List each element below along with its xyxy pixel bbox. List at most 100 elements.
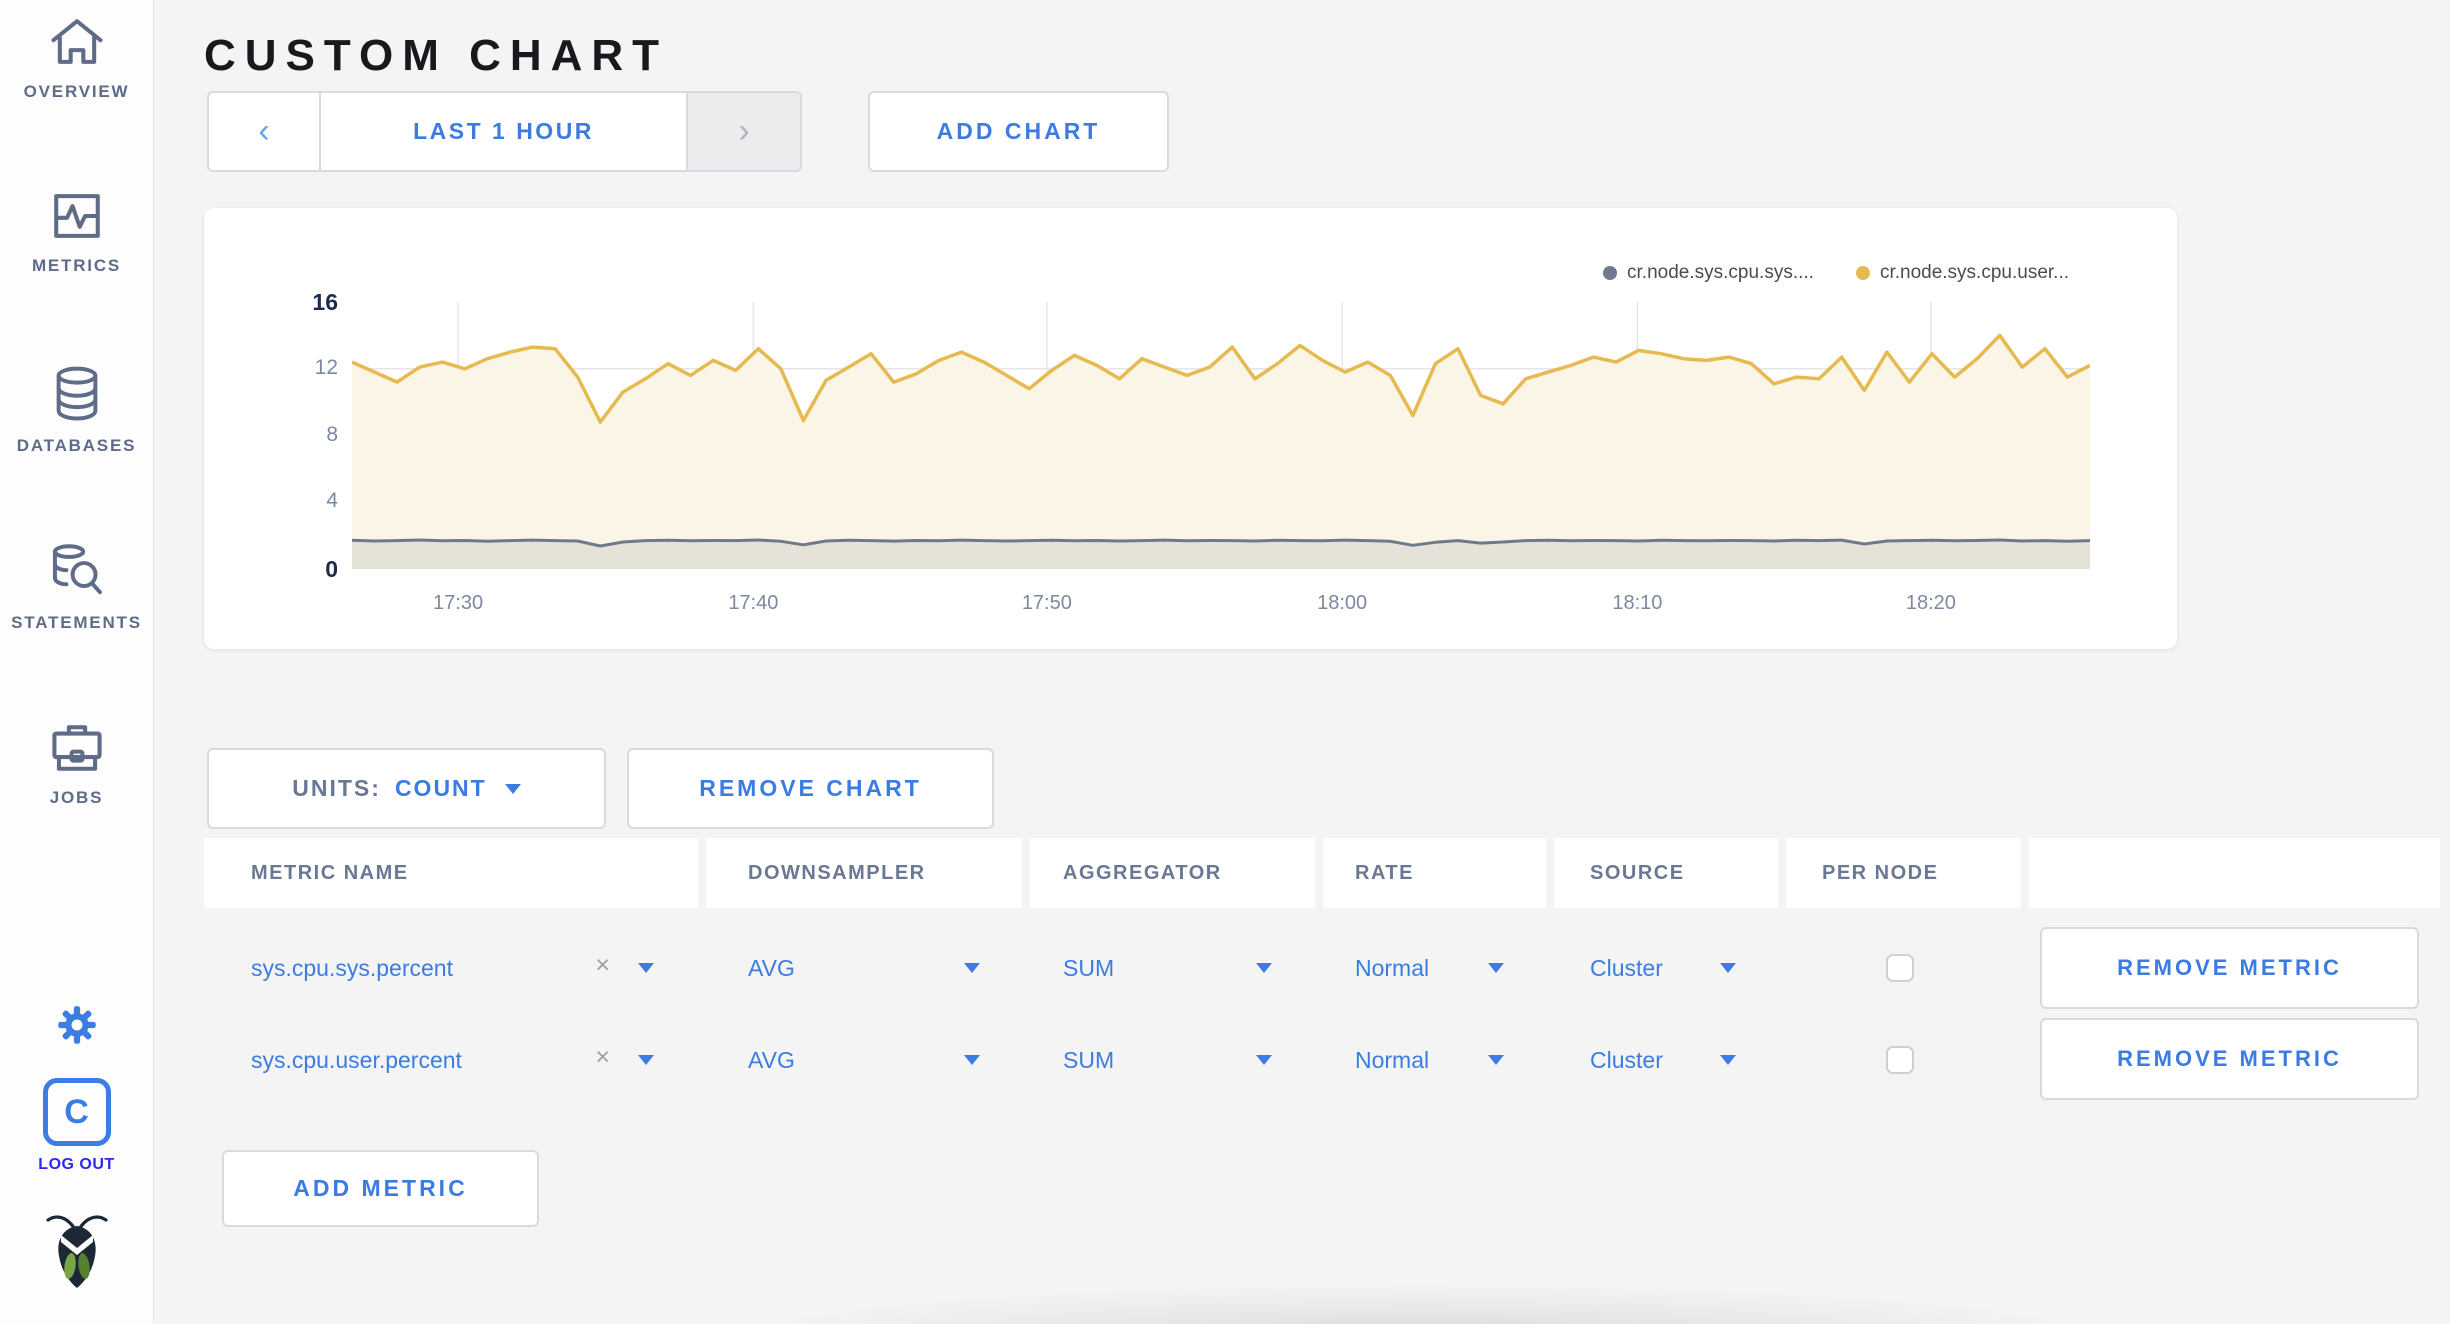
per-node-checkbox[interactable]: [1886, 1046, 1914, 1074]
column-header-aggregator: AGGREGATOR: [1030, 838, 1315, 908]
table-row: sys.cpu.sys.percent × AVG SUM Normal Clu…: [204, 918, 2440, 1018]
logout-link[interactable]: LOG OUT: [0, 1156, 153, 1174]
chevron-down-icon[interactable]: [638, 963, 654, 973]
metric-name-value: sys.cpu.sys.percent: [251, 954, 453, 981]
source-value: Cluster: [1590, 1046, 1663, 1073]
y-tick-label: 16: [312, 289, 338, 315]
metric-name-select[interactable]: sys.cpu.user.percent ×: [204, 1010, 698, 1110]
time-window-prev-button[interactable]: ‹: [209, 93, 321, 170]
chart-plot: [352, 302, 2090, 569]
metrics-icon: [53, 194, 100, 238]
aggregator-select[interactable]: SUM: [1030, 1010, 1315, 1110]
per-node-checkbox[interactable]: [1886, 954, 1914, 982]
sidebar-user[interactable]: C LOG OUT: [0, 1078, 153, 1174]
downsampler-select[interactable]: AVG: [706, 1010, 1022, 1110]
sidebar-logo: [0, 1208, 153, 1300]
add-chart-button[interactable]: ADD CHART: [868, 91, 1169, 172]
custom-chart-page: OVERVIEW METRICS DATABASES STATEMENTS JO…: [0, 0, 2450, 1324]
sidebar-item-label: METRICS: [31, 256, 122, 275]
sidebar-item-databases[interactable]: DATABASES: [0, 364, 153, 456]
time-window-next-button[interactable]: ›: [686, 93, 800, 170]
legend-item-user[interactable]: cr.node.sys.cpu.user...: [1855, 262, 2069, 284]
downsampler-select[interactable]: AVG: [706, 918, 1022, 1018]
sidebar-settings[interactable]: [0, 1000, 153, 1050]
y-tick-label: 4: [326, 489, 338, 513]
sidebar-item-statements[interactable]: STATEMENTS: [0, 541, 153, 633]
cockroach-bug-icon: [45, 1215, 108, 1288]
chevron-down-icon[interactable]: [638, 1055, 654, 1065]
chevron-down-icon[interactable]: [1256, 963, 1272, 973]
time-range-label: LAST 1 HOUR: [413, 118, 594, 144]
downsampler-value: AVG: [748, 1046, 795, 1073]
sidebar-item-metrics[interactable]: METRICS: [0, 188, 153, 276]
metric-name-select[interactable]: sys.cpu.sys.percent ×: [204, 918, 698, 1018]
column-header-metric-name: METRIC NAME: [204, 838, 698, 908]
time-window-selector: ‹ LAST 1 HOUR ›: [207, 91, 802, 172]
x-tick-label: 17:40: [728, 592, 779, 614]
jobs-icon: [51, 725, 102, 771]
avatar: C: [42, 1078, 111, 1146]
chevron-down-icon[interactable]: [1488, 963, 1504, 973]
legend-label: cr.node.sys.cpu.user...: [1879, 262, 2069, 283]
chevron-down-icon[interactable]: [1720, 963, 1736, 973]
chevron-down-icon[interactable]: [1256, 1055, 1272, 1065]
add-metric-button[interactable]: ADD METRIC: [222, 1150, 539, 1227]
legend-dot-icon: [1603, 266, 1618, 280]
x-tick-label: 17:50: [1021, 592, 1072, 614]
rate-value: Normal: [1355, 954, 1430, 981]
sidebar-item-label: STATEMENTS: [11, 613, 142, 632]
bottom-scroll-shadow: [620, 1278, 2220, 1324]
sidebar-item-jobs[interactable]: JOBS: [0, 720, 153, 808]
table-row: sys.cpu.user.percent × AVG SUM Normal Cl…: [204, 1010, 2440, 1110]
units-dropdown[interactable]: UNITS: COUNT: [207, 748, 606, 829]
rate-value: Normal: [1355, 1046, 1430, 1073]
chart-legend: cr.node.sys.cpu.sys.... cr.node.sys.cpu.…: [1603, 262, 2069, 284]
y-tick-label: 0: [325, 556, 338, 582]
legend-dot-icon: [1855, 266, 1870, 280]
rate-select[interactable]: Normal: [1323, 1010, 1546, 1110]
y-tick-label: 8: [326, 422, 338, 446]
clear-icon[interactable]: ×: [595, 951, 610, 980]
chevron-down-icon[interactable]: [1720, 1055, 1736, 1065]
column-header-actions: [2029, 838, 2440, 908]
remove-chart-button[interactable]: REMOVE CHART: [627, 748, 994, 829]
chevron-right-icon: ›: [738, 112, 750, 150]
chevron-down-icon[interactable]: [964, 1055, 980, 1065]
source-select[interactable]: Cluster: [1554, 1010, 1778, 1110]
rate-select[interactable]: Normal: [1323, 918, 1546, 1018]
database-icon: [56, 366, 97, 421]
chevron-down-icon[interactable]: [1488, 1055, 1504, 1065]
sidebar-item-label: OVERVIEW: [23, 82, 130, 101]
chart-plot-area: [352, 302, 2090, 569]
column-header-downsampler: DOWNSAMPLER: [706, 838, 1022, 908]
x-tick-label: 18:00: [1317, 592, 1368, 614]
downsampler-value: AVG: [748, 954, 795, 981]
legend-label: cr.node.sys.cpu.sys....: [1627, 262, 1814, 283]
home-icon: [50, 19, 103, 64]
chevron-down-icon[interactable]: [964, 963, 980, 973]
source-value: Cluster: [1590, 954, 1663, 981]
aggregator-select[interactable]: SUM: [1030, 918, 1315, 1018]
sidebar-item-label: JOBS: [49, 788, 104, 807]
aggregator-value: SUM: [1063, 954, 1115, 981]
page-title: CUSTOM CHART: [204, 31, 669, 81]
remove-metric-button[interactable]: REMOVE METRIC: [2040, 927, 2419, 1009]
units-value: COUNT: [394, 775, 487, 801]
sidebar-item-label: DATABASES: [16, 436, 137, 455]
y-tick-label: 12: [314, 355, 338, 379]
remove-metric-button[interactable]: REMOVE METRIC: [2040, 1018, 2419, 1100]
gear-icon: [57, 1006, 96, 1044]
x-tick-label: 17:30: [433, 592, 484, 614]
metric-name-value: sys.cpu.user.percent: [251, 1046, 462, 1073]
time-window-range-button[interactable]: LAST 1 HOUR: [321, 93, 686, 170]
source-select[interactable]: Cluster: [1554, 918, 1778, 1018]
chevron-down-icon: [504, 783, 521, 794]
sidebar: OVERVIEW METRICS DATABASES STATEMENTS JO…: [0, 0, 154, 1324]
clear-icon[interactable]: ×: [595, 1043, 610, 1072]
chart-card: cr.node.sys.cpu.sys.... cr.node.sys.cpu.…: [204, 208, 2177, 649]
sidebar-item-overview[interactable]: OVERVIEW: [0, 14, 153, 102]
column-header-source: SOURCE: [1554, 838, 1778, 908]
legend-item-sys[interactable]: cr.node.sys.cpu.sys....: [1603, 262, 1814, 284]
aggregator-value: SUM: [1063, 1046, 1115, 1073]
units-prefix-label: UNITS:: [292, 775, 381, 801]
